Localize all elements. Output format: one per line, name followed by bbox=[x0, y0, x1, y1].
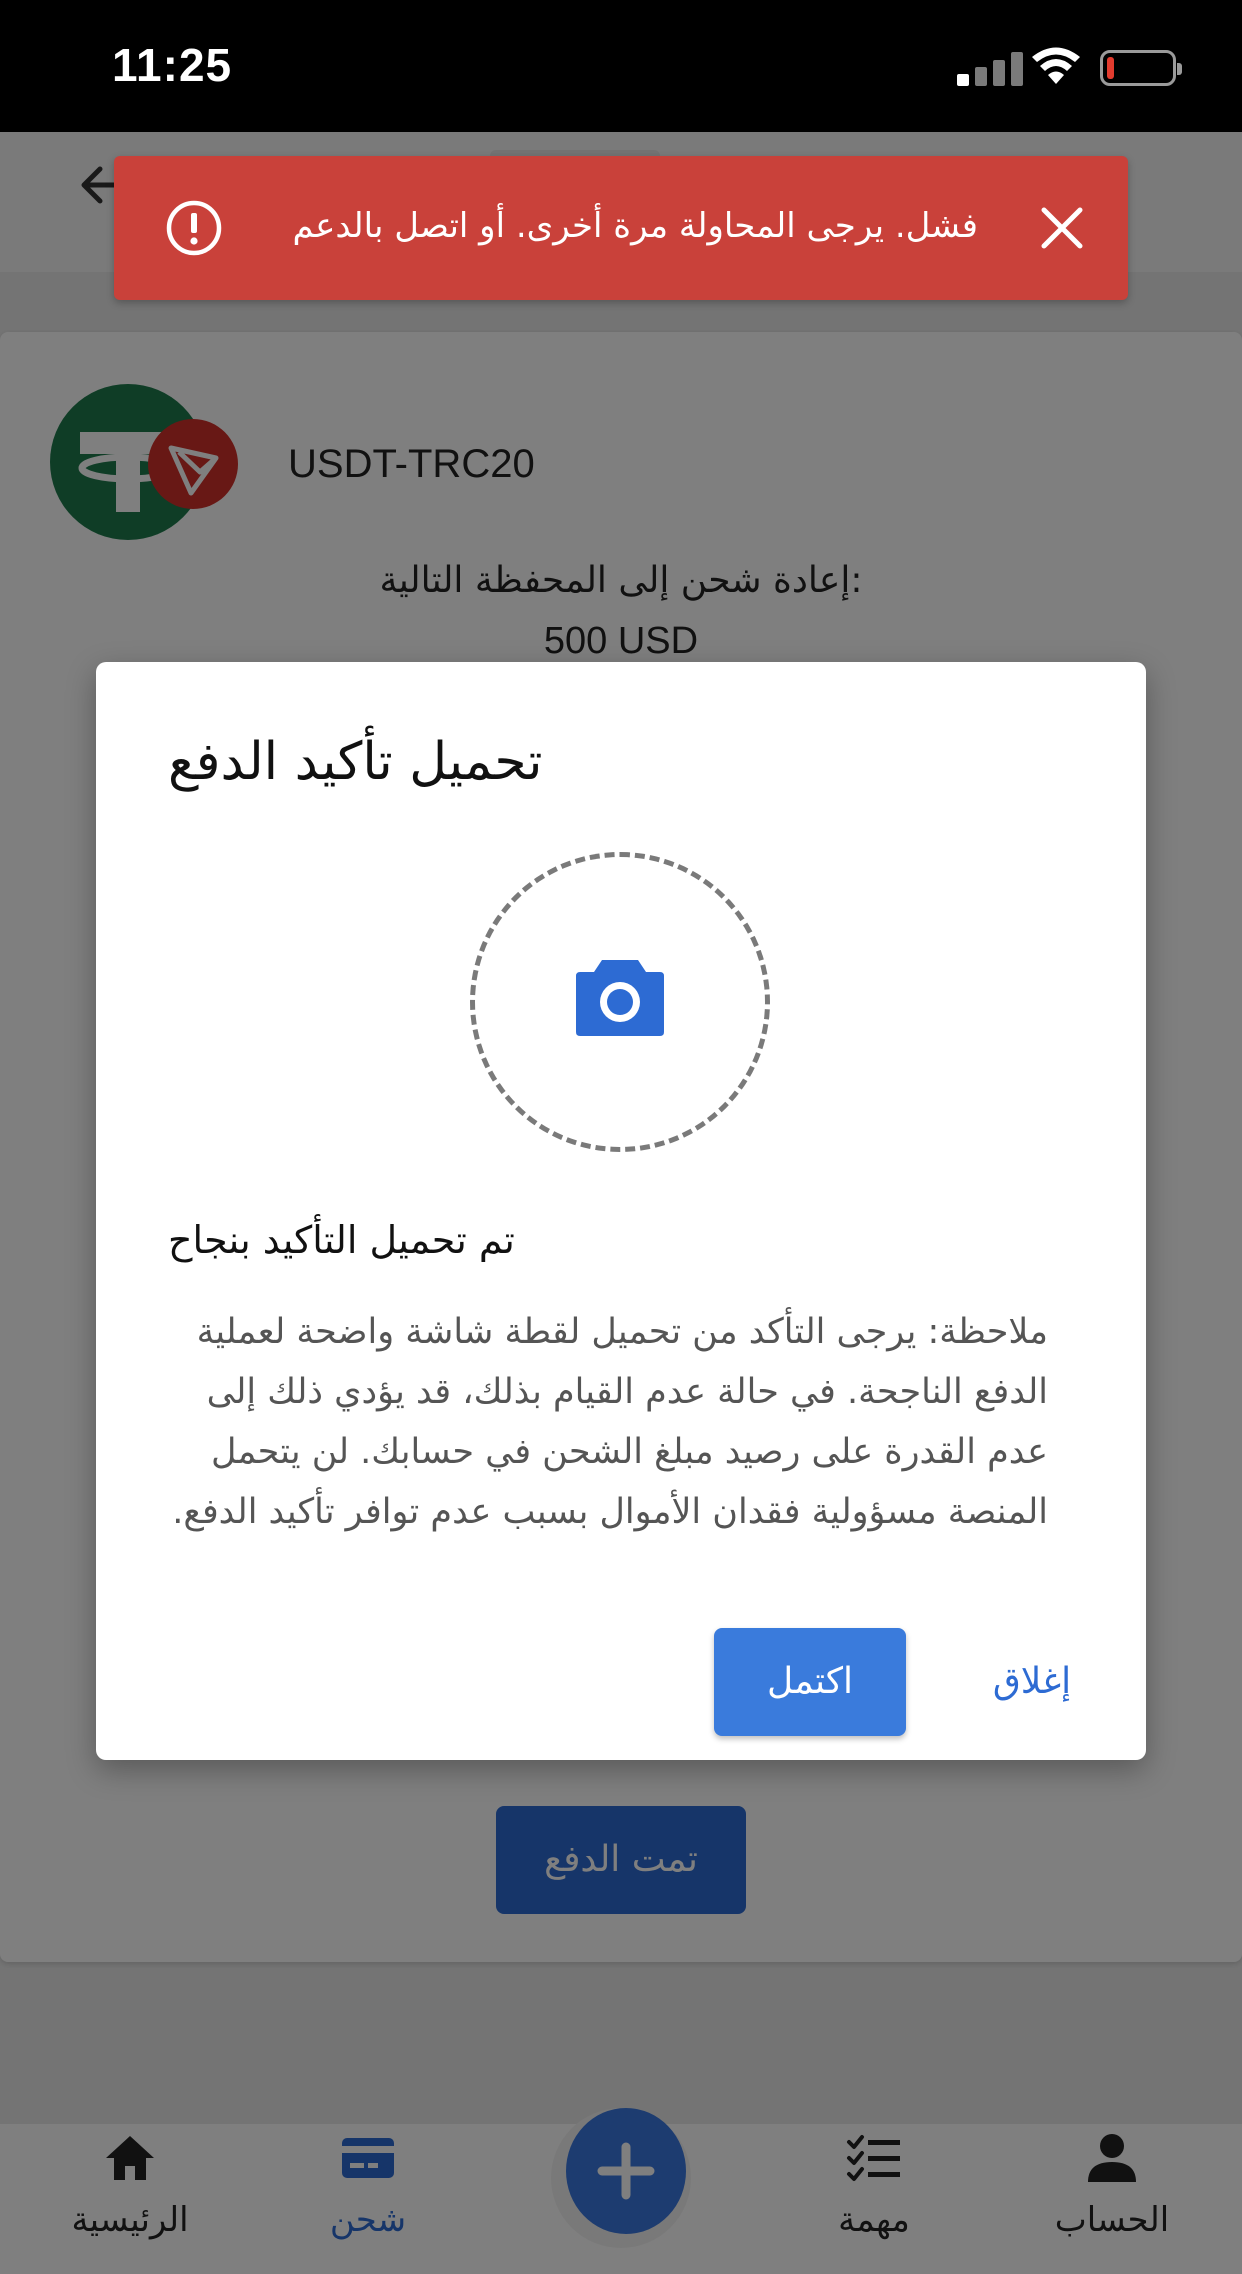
upload-confirmation-dialog: تحميل تأكيد الدفع تم تحميل التأكيد بنجاح… bbox=[96, 662, 1146, 1760]
toast-message: فشل. يرجى المحاولة مرة أخرى. أو اتصل بال… bbox=[292, 206, 978, 246]
dialog-note: ملاحظة: يرجى التأكد من تحميل لقطة شاشة و… bbox=[172, 1312, 1048, 1532]
status-bar: 11:25 bbox=[0, 0, 1242, 132]
battery-icon bbox=[1100, 50, 1182, 86]
dialog-title: تحميل تأكيد الدفع bbox=[168, 732, 543, 792]
close-button[interactable]: إغلاق bbox=[972, 1652, 1092, 1712]
error-toast: فشل. يرجى المحاولة مرة أخرى. أو اتصل بال… bbox=[114, 156, 1128, 300]
error-alert-icon bbox=[166, 200, 222, 256]
complete-button[interactable]: اكتمل bbox=[714, 1628, 906, 1736]
camera-icon[interactable] bbox=[574, 956, 666, 1038]
battery-level bbox=[1107, 57, 1114, 79]
upload-success-text: تم تحميل التأكيد بنجاح bbox=[168, 1218, 515, 1262]
close-icon[interactable] bbox=[1036, 202, 1088, 254]
wifi-icon bbox=[1032, 47, 1080, 84]
status-time: 11:25 bbox=[112, 39, 233, 91]
cellular-signal-icon bbox=[957, 52, 1023, 86]
